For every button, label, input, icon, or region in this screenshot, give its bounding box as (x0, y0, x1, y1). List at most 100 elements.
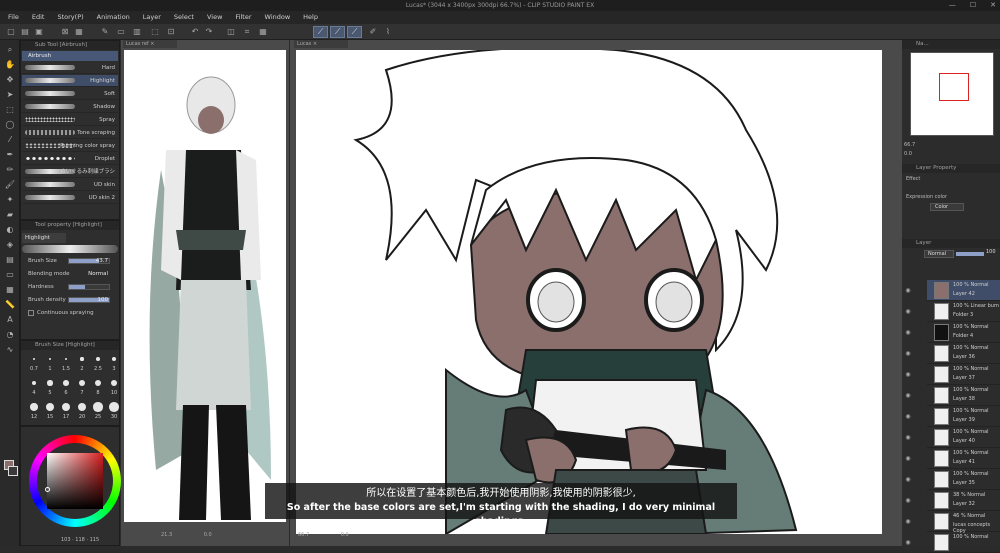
reference-tab[interactable]: Lucas ref × (123, 40, 177, 48)
snap-icon[interactable]: ⌗ (242, 27, 252, 37)
visibility-eye-icon[interactable]: ◉ (903, 413, 913, 420)
layer-row[interactable]: 100 % Normal Layer 37 (927, 364, 1000, 385)
visibility-eye-icon[interactable]: ◉ (903, 455, 913, 462)
menu-view[interactable]: View (207, 11, 222, 24)
brush-size-option[interactable]: 0.7 (27, 353, 41, 375)
brush-density-row[interactable]: Brush density 100 (22, 294, 118, 306)
menu-layer[interactable]: Layer (143, 11, 161, 24)
eraser-icon[interactable]: ▰ (3, 209, 17, 220)
operation-icon[interactable]: ➤ (3, 89, 17, 100)
zoom-icon[interactable]: ⌕ (3, 44, 17, 55)
brush-size-option[interactable]: 2 (75, 353, 89, 375)
menu-story[interactable]: Story(P) (57, 11, 83, 24)
ruler-icon[interactable]: ◫ (226, 27, 236, 37)
layer-row[interactable]: 100 % Normal Layer 36 (927, 343, 1000, 364)
layer-row[interactable]: 100 % Normal (927, 532, 1000, 553)
layer-row[interactable]: 100 % Normal Folder 4 (927, 322, 1000, 343)
brush-item[interactable]: Tone scraping (22, 127, 118, 139)
menu-help[interactable]: Help (303, 11, 318, 24)
navigator-zoom[interactable]: 66.7 (904, 142, 915, 148)
brush-item[interactable]: Soft (22, 88, 118, 100)
gradient-icon[interactable]: ▤ (3, 254, 17, 265)
eyedropper-icon[interactable]: ⁄ (3, 134, 17, 145)
close-icon[interactable]: ✕ (990, 0, 996, 11)
fill-icon[interactable]: ▦ (74, 27, 84, 37)
visibility-eye-icon[interactable]: ◉ (903, 350, 913, 357)
expression-select[interactable]: Color (930, 203, 964, 211)
visibility-eye-icon[interactable]: ◉ (903, 392, 913, 399)
brush-size-option[interactable]: 7 (75, 377, 89, 399)
brush-size-option[interactable]: 25 (91, 401, 105, 423)
brush-item-selected[interactable]: Highlight (22, 75, 118, 87)
transparent-icon[interactable]: ▥ (132, 27, 142, 37)
visibility-eye-icon[interactable]: ◉ (903, 539, 913, 546)
layer-row[interactable]: 100 % Normal Layer 42 (927, 280, 1000, 301)
brush-size-option[interactable]: 12 (27, 401, 41, 423)
new-icon[interactable]: ▢ (6, 27, 16, 37)
blend-icon[interactable]: ◐ (3, 224, 17, 235)
brush-size-option[interactable]: 20 (75, 401, 89, 423)
draft-icon[interactable]: ✎ (100, 27, 110, 37)
brush-size-row[interactable]: Brush Size 43.7 (22, 255, 118, 267)
move-icon[interactable]: ✥ (3, 74, 17, 85)
brush-item[interactable]: Spray (22, 114, 118, 126)
menu-window[interactable]: Window (265, 11, 291, 24)
redo-icon[interactable]: ↷ (204, 27, 214, 37)
save-icon[interactable]: ▣ (34, 27, 44, 37)
visibility-eye-icon[interactable]: ◉ (903, 518, 913, 525)
color-cursor[interactable] (45, 487, 50, 492)
main-canvas[interactable] (296, 50, 886, 534)
saturation-value-square[interactable] (47, 453, 103, 509)
grid-icon[interactable]: ▦ (258, 27, 268, 37)
deselect-icon[interactable]: ⬚ (150, 27, 160, 37)
menu-animation[interactable]: Animation (97, 11, 130, 24)
canvas-tab[interactable]: Lucas × (294, 40, 348, 48)
correct-line-icon[interactable]: ∿ (3, 344, 17, 355)
hardness-row[interactable]: Hardness (22, 281, 118, 293)
navigator-preview[interactable] (910, 52, 994, 136)
brush-size-option[interactable]: 6 (59, 377, 73, 399)
brush-size-option[interactable]: 30 (107, 401, 121, 423)
layer-row[interactable]: 100 % Normal Layer 40 (927, 427, 1000, 448)
blending-mode-row[interactable]: Blending mode Normal (22, 268, 118, 280)
brush-icon[interactable]: 🖌 (3, 179, 17, 190)
layer-row[interactable]: 100 % Linear burn Folder 3 (927, 301, 1000, 322)
stabilizer-1-button[interactable]: ⟋ (313, 26, 328, 38)
layer-row[interactable]: 100 % Normal Layer 38 (927, 385, 1000, 406)
visibility-eye-icon[interactable]: ◉ (903, 308, 913, 315)
brush-item[interactable]: ぬいぐるみ刺繍ブラシ (22, 166, 118, 178)
layer-row[interactable]: 46 % Normal lucas concepts Copy (927, 511, 1000, 534)
frame-icon[interactable]: ▦ (3, 284, 17, 295)
visibility-eye-icon[interactable]: ◉ (903, 329, 913, 336)
lasso-icon[interactable]: ◯ (3, 119, 17, 130)
fill-tool-icon[interactable]: ◈ (3, 239, 17, 250)
ruler-tool-icon[interactable]: 📏 (3, 299, 17, 310)
selection-icon[interactable]: ⬚ (3, 104, 17, 115)
layer-row[interactable]: 100 % Normal Layer 41 (927, 448, 1000, 469)
layer-icon[interactable]: ▭ (116, 27, 126, 37)
minimize-icon[interactable]: — (949, 0, 956, 11)
visibility-eye-icon[interactable]: ◉ (903, 476, 913, 483)
stabilizer-3-button[interactable]: ⟋ (347, 26, 362, 38)
pen-mode-icon[interactable]: ✐ (368, 27, 378, 37)
brush-item[interactable]: UD skin 2 (22, 192, 118, 204)
visibility-eye-icon[interactable]: ◉ (903, 497, 913, 504)
brush-size-option[interactable]: 5 (43, 377, 57, 399)
figure-icon[interactable]: ▭ (3, 269, 17, 280)
open-icon[interactable]: ▤ (20, 27, 30, 37)
navigator-angle[interactable]: 0.0 (904, 151, 912, 157)
pen-icon[interactable]: ✒ (3, 149, 17, 160)
hand-icon[interactable]: ✋ (3, 59, 17, 70)
layer-opacity-slider[interactable] (956, 252, 984, 256)
brush-size-option[interactable]: 15 (43, 401, 57, 423)
layer-row[interactable]: 38 % Normal Layer 32 (927, 490, 1000, 511)
brush-item[interactable]: Shadow (22, 101, 118, 113)
brush-size-option[interactable]: 2.5 (91, 353, 105, 375)
balloon-icon[interactable]: ◔ (3, 329, 17, 340)
sub-tool-group[interactable]: Airbrush (22, 51, 118, 61)
brush-size-option[interactable]: 4 (27, 377, 41, 399)
airbrush-icon[interactable]: ✦ (3, 194, 17, 205)
visibility-eye-icon[interactable]: ◉ (903, 371, 913, 378)
brush-item[interactable]: Hard (22, 62, 118, 74)
brush-item[interactable]: UD skin (22, 179, 118, 191)
